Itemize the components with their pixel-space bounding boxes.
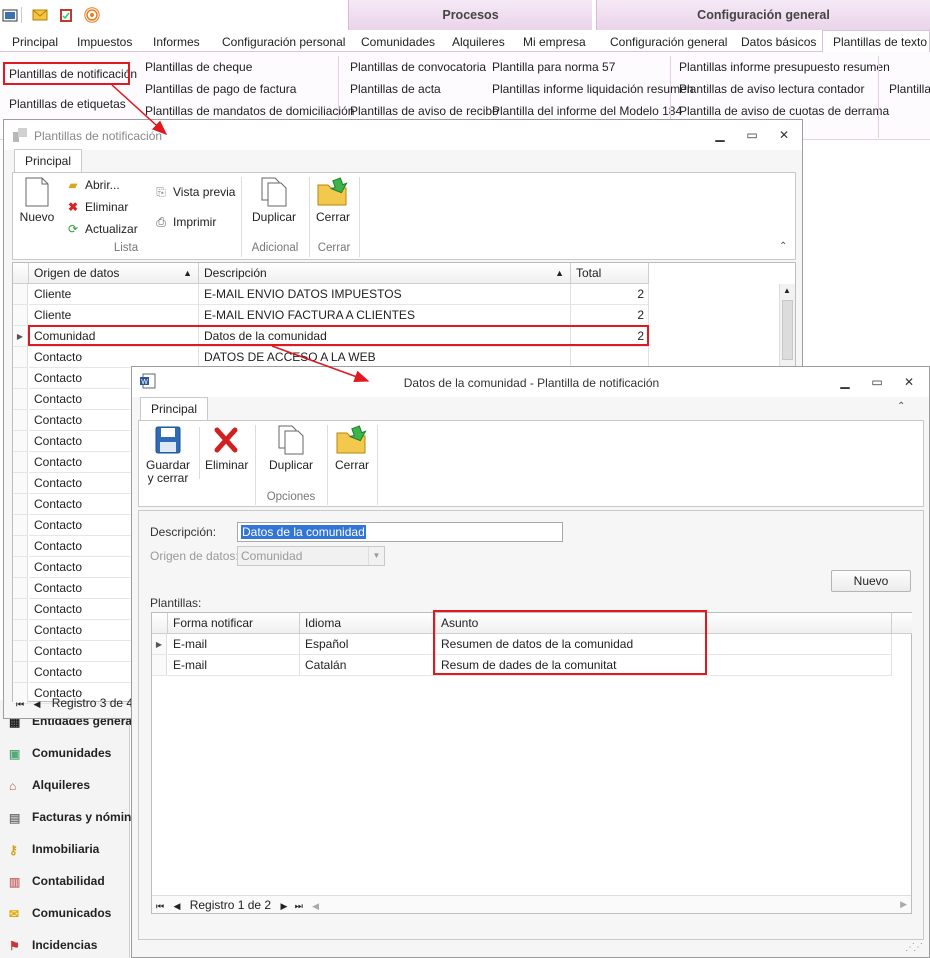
arrow-row-to-detail xyxy=(271,345,370,383)
arrow-notificacion-to-window xyxy=(111,84,168,136)
annotation-arrows xyxy=(111,84,370,383)
